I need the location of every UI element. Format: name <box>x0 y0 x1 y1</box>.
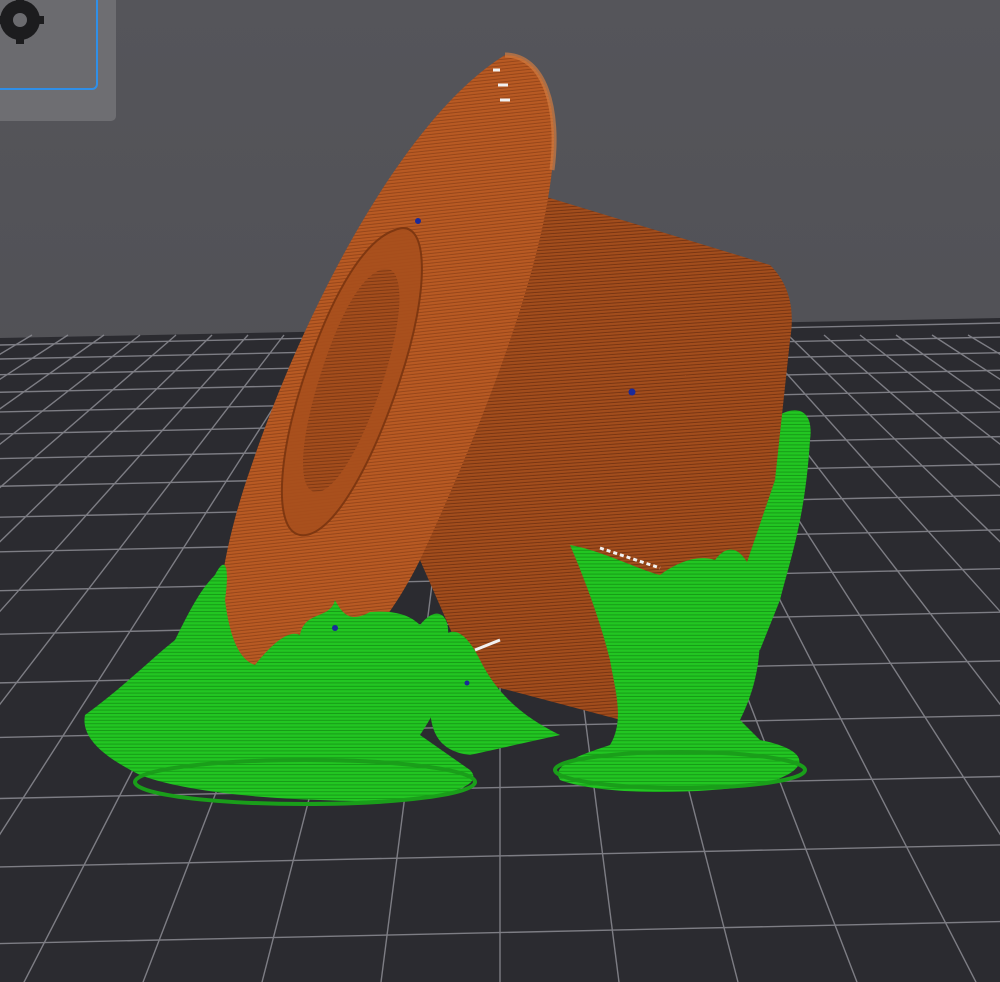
view-mode-button[interactable] <box>0 0 98 90</box>
3d-preview-viewport[interactable] <box>0 0 1000 982</box>
view-toolbar <box>0 0 116 121</box>
gear-icon <box>0 0 44 44</box>
